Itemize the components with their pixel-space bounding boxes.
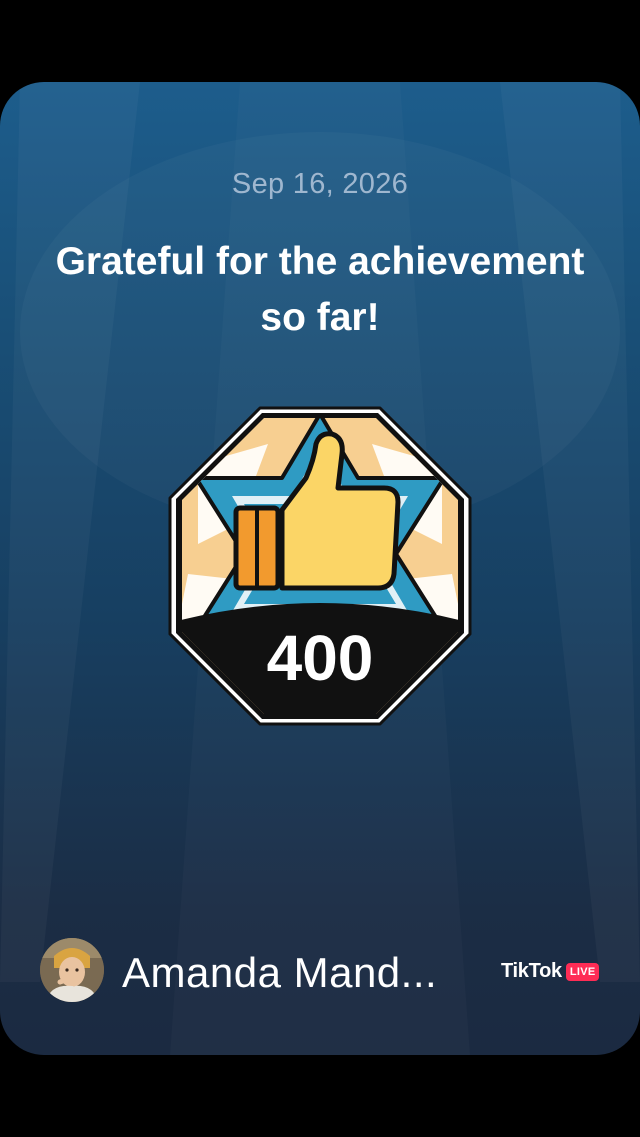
username[interactable]: Amanda Mand...	[122, 948, 437, 998]
badge-count: 400	[267, 622, 374, 694]
avatar-image	[40, 938, 104, 1002]
achievement-card: Sep 16, 2026 Grateful for the achievemen…	[0, 82, 640, 1055]
achievement-date: Sep 16, 2026	[231, 168, 409, 200]
screen: Sep 16, 2026 Grateful for the achievemen…	[0, 0, 640, 1137]
achievement-badge: 400	[158, 404, 482, 728]
live-badge: LIVE	[565, 962, 600, 981]
brand-name: TikTok	[501, 960, 562, 982]
avatar[interactable]	[40, 938, 104, 1002]
achievement-headline: Grateful for the achievement so far!	[55, 240, 585, 339]
badge-graphic: 400	[168, 406, 472, 726]
tiktok-live-logo: TikTok LIVE	[501, 960, 600, 983]
